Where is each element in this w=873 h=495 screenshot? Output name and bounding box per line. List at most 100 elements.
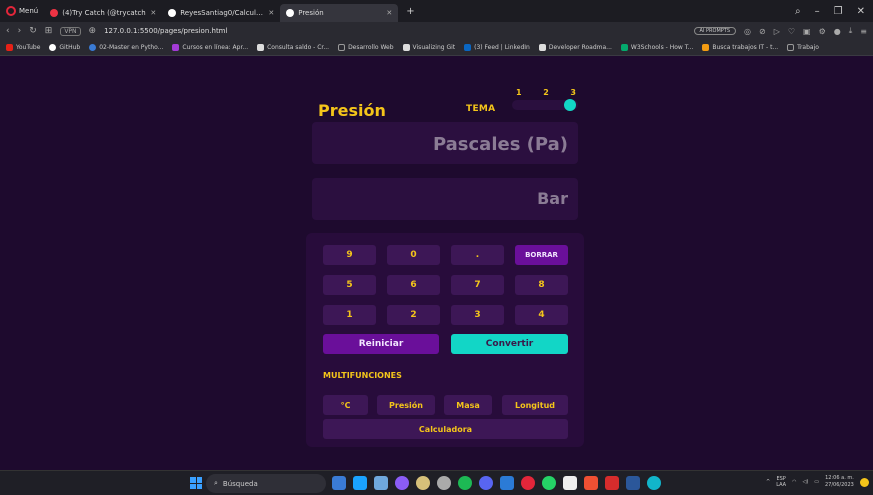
tab-label: Presión — [298, 9, 324, 17]
url-field[interactable]: 127.0.0.1:5500/pages/presion.html — [104, 27, 227, 35]
bookmark-python[interactable]: 02-Master en Pytho... — [89, 44, 163, 51]
key-4[interactable]: 4 — [515, 305, 568, 325]
vscode-icon[interactable] — [500, 476, 514, 490]
camera-icon[interactable]: ◎ — [744, 27, 751, 36]
task-view-icon[interactable] — [332, 476, 346, 490]
forward-icon[interactable]: › — [18, 26, 22, 36]
word-icon[interactable] — [626, 476, 640, 490]
new-tab-button[interactable]: + — [398, 6, 422, 17]
ai-prompts-button[interactable]: AI PROMPTS — [693, 27, 737, 35]
battery-icon[interactable]: ▭ — [814, 479, 819, 485]
close-tab-icon[interactable]: ✕ — [386, 9, 392, 17]
spotify-icon[interactable] — [458, 476, 472, 490]
bookmark-trabajo[interactable]: Trabajo — [787, 44, 819, 51]
folder-icon — [787, 44, 795, 51]
bookmark-w3schools[interactable]: W3Schools - How T... — [620, 44, 693, 51]
notification-icon[interactable] — [859, 477, 869, 487]
more-menu-icon[interactable]: ≡ — [860, 27, 867, 36]
whatsapp-icon[interactable] — [542, 476, 556, 490]
settings-icon[interactable]: ⚙ — [819, 27, 826, 36]
key-6[interactable]: 6 — [387, 275, 440, 295]
key-8[interactable]: 8 — [515, 275, 568, 295]
grid-icon[interactable]: ⊞ — [45, 26, 53, 36]
volume-icon[interactable]: ◁) — [802, 479, 808, 485]
mass-button[interactable]: Masa — [444, 395, 492, 415]
key-decimal[interactable]: . — [451, 245, 504, 265]
key-2[interactable]: 2 — [387, 305, 440, 325]
key-1[interactable]: 1 — [323, 305, 376, 325]
tab-presion[interactable]: Presión ✕ — [280, 4, 399, 22]
settings-app-icon[interactable] — [416, 476, 430, 490]
menu-label: Menú — [19, 7, 39, 15]
key-0[interactable]: 0 — [387, 245, 440, 265]
wifi-icon[interactable]: ◠ — [792, 479, 796, 485]
search-icon: ⌕ — [214, 479, 218, 487]
close-tab-icon[interactable]: ✕ — [150, 9, 156, 17]
theme-numbers: 1 2 3 — [514, 88, 578, 97]
clock[interactable]: 12:06 a. m. 27/06/2023 — [825, 475, 854, 489]
profile-icon[interactable]: ● — [834, 27, 841, 36]
minimize-icon[interactable]: – — [815, 6, 820, 17]
explorer-icon[interactable] — [374, 476, 388, 490]
site-info-icon[interactable]: ⊕ — [89, 26, 97, 36]
bookmark-visualizing-git[interactable]: Visualizing Git — [402, 44, 455, 51]
bookmark-github[interactable]: GitHub — [49, 44, 80, 51]
block-icon[interactable]: ⊘ — [759, 27, 766, 36]
theme-number-3: 3 — [570, 88, 576, 97]
close-window-icon[interactable]: ✕ — [857, 6, 865, 17]
bookmark-trabajos-it[interactable]: Busca trabajos IT - t... — [702, 44, 778, 51]
output-display: Bar — [312, 178, 578, 220]
temperature-button[interactable]: °C — [323, 395, 368, 415]
notion-icon[interactable] — [563, 476, 577, 490]
clock-time: 12:06 a. m. — [825, 475, 854, 481]
chevron-up-icon[interactable]: ^ — [766, 479, 770, 485]
reload-icon[interactable]: ↻ — [29, 26, 37, 36]
back-icon[interactable]: ‹ — [6, 26, 10, 36]
browser-menu-button[interactable]: Menú — [0, 0, 44, 22]
tab-trycatch[interactable]: (4)Try Catch (@trycatch ✕ — [44, 4, 162, 22]
tab-github[interactable]: ReyesSantiag0/Calculadora ✕ — [162, 4, 280, 22]
chrome-icon[interactable] — [437, 476, 451, 490]
theme-number-2: 2 — [543, 88, 549, 97]
git-icon[interactable] — [584, 476, 598, 490]
bookmark-youtube[interactable]: YouTube — [6, 44, 40, 51]
close-tab-icon[interactable]: ✕ — [268, 9, 274, 17]
bookmark-label: Desarrollo Web — [348, 44, 394, 51]
play-icon[interactable]: ▷ — [774, 27, 780, 36]
discord-icon[interactable] — [479, 476, 493, 490]
vpn-badge[interactable]: VPN — [60, 26, 81, 36]
download-icon[interactable]: ⤓ — [849, 26, 853, 36]
restore-icon[interactable]: ❐ — [834, 6, 843, 17]
acrobat-icon[interactable] — [605, 476, 619, 490]
theme-toggle-knob[interactable] — [564, 99, 576, 111]
bookmark-cursos[interactable]: Cursos en línea: Apr... — [172, 44, 248, 51]
pressure-button[interactable]: Presión — [377, 395, 435, 415]
edge-icon[interactable] — [647, 476, 661, 490]
key-9[interactable]: 9 — [323, 245, 376, 265]
delete-button[interactable]: BORRAR — [515, 245, 568, 265]
bookmark-desarrollo-web[interactable]: Desarrollo Web — [338, 44, 394, 51]
extension-icon[interactable]: ▣ — [803, 27, 811, 36]
key-5[interactable]: 5 — [323, 275, 376, 295]
bookmark-saldo[interactable]: Consulta saldo - Cr... — [257, 44, 329, 51]
input-display: Pascales (Pa) — [312, 122, 578, 164]
reset-button[interactable]: Reiniciar — [323, 334, 439, 354]
search-tabs-icon[interactable]: ⌕ — [795, 6, 801, 17]
windows-taskbar: ⌕ Búsqueda ^ ESP LAA ◠ ◁) ▭ 12:06 a. m. … — [0, 470, 873, 495]
calculator-button[interactable]: Calculadora — [323, 419, 568, 439]
heart-icon[interactable]: ♡ — [788, 27, 795, 36]
photoshop-icon[interactable] — [353, 476, 367, 490]
opera-icon[interactable] — [521, 476, 535, 490]
convert-button[interactable]: Convertir — [451, 334, 568, 354]
key-7[interactable]: 7 — [451, 275, 504, 295]
length-button[interactable]: Longitud — [502, 395, 568, 415]
bookmark-roadmap[interactable]: Developer Roadma... — [538, 44, 612, 51]
github-desktop-icon[interactable] — [395, 476, 409, 490]
bookmark-linkedin[interactable]: (3) Feed | LinkedIn — [464, 44, 530, 51]
linkedin-icon — [464, 44, 472, 51]
language-indicator[interactable]: ESP LAA — [776, 476, 786, 488]
windows-start-icon[interactable] — [190, 477, 202, 489]
tiktok-icon — [50, 9, 59, 17]
key-3[interactable]: 3 — [451, 305, 504, 325]
taskbar-search[interactable]: ⌕ Búsqueda — [206, 474, 326, 493]
